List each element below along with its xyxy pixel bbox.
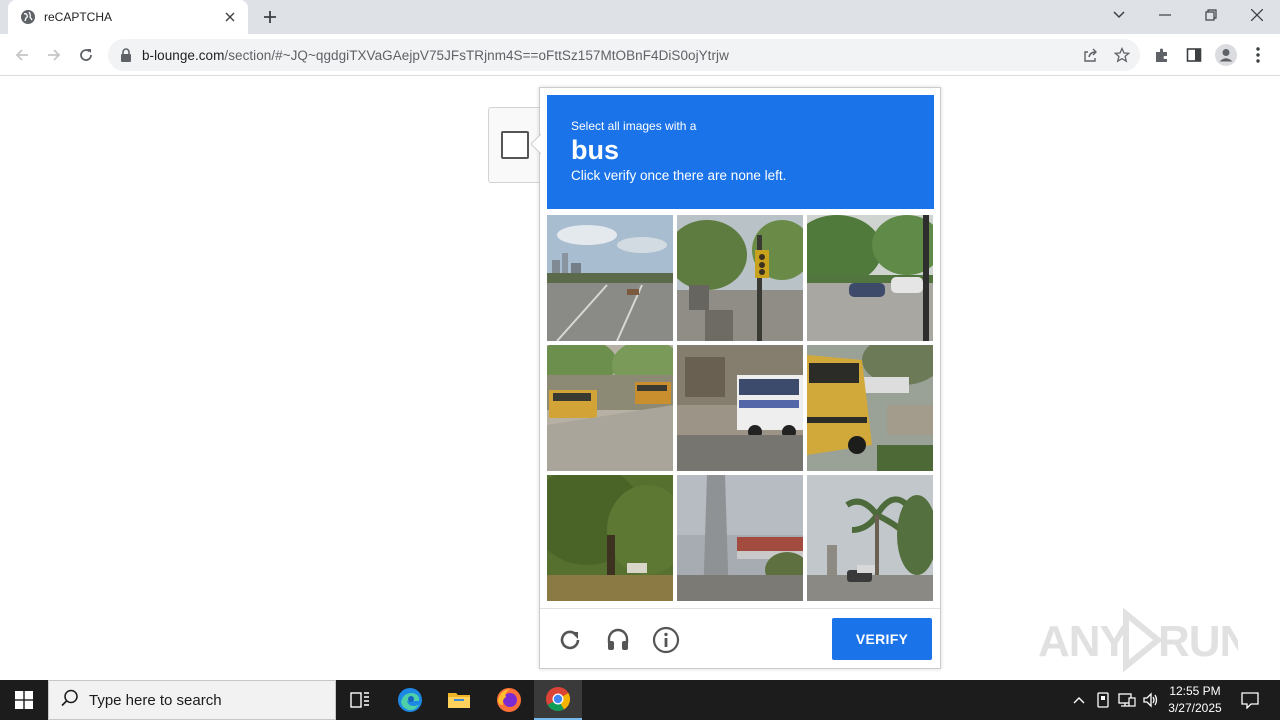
reload-icon[interactable] <box>70 39 102 71</box>
callout-arrow <box>531 134 541 154</box>
menu-kebab-icon[interactable] <box>1244 42 1272 68</box>
verify-button[interactable]: VERIFY <box>832 618 932 660</box>
forward-icon[interactable] <box>38 39 70 71</box>
image-tile-traffic-light-trees[interactable] <box>677 215 803 341</box>
volume-icon[interactable] <box>1140 680 1162 720</box>
recaptcha-challenge-dialog: Select all images with a bus Click verif… <box>531 87 941 669</box>
clock-date: 3/27/2025 <box>1168 701 1222 715</box>
instruction-subtext: Click verify once there are none left. <box>571 168 787 183</box>
tab-strip: reCAPTCHA <box>0 0 1280 34</box>
chrome-taskbar-icon[interactable] <box>534 680 582 720</box>
browser-toolbar: b-lounge.com/section/#~JQ~qgdgiTXVaGAejp… <box>0 34 1280 76</box>
file-explorer-icon[interactable] <box>435 680 483 720</box>
audio-challenge-headphones-icon[interactable] <box>601 623 635 657</box>
anyrun-logo: ANY RUN <box>1038 608 1238 672</box>
globe-icon <box>20 9 36 25</box>
image-tile-trees-park[interactable] <box>547 475 673 601</box>
image-tile-palm-trees-street[interactable] <box>807 475 933 601</box>
profile-avatar-icon[interactable] <box>1212 42 1240 68</box>
system-clock[interactable]: 12:55 PM 3/27/2025 <box>1160 683 1230 717</box>
image-tile-road-highway-scene[interactable] <box>547 215 673 341</box>
help-info-icon[interactable] <box>649 623 683 657</box>
tab-search-chevron-icon[interactable] <box>1096 0 1142 30</box>
notifications-icon[interactable] <box>1232 680 1268 720</box>
im-not-a-robot-checkbox[interactable] <box>501 131 529 159</box>
address-bar[interactable]: b-lounge.com/section/#~JQ~qgdgiTXVaGAejp… <box>108 39 1140 71</box>
windows-taskbar: Type here to search 12:55 PM 3/27/2025 <box>0 680 1280 720</box>
show-hidden-icons-chevron-icon[interactable] <box>1068 680 1090 720</box>
reload-challenge-icon[interactable] <box>553 623 587 657</box>
edge-browser-icon[interactable] <box>386 680 434 720</box>
search-icon <box>61 689 79 712</box>
url-path: /section/#~JQ~qgdgiTXVaGAejpV75JFsTRjnm4… <box>224 47 729 63</box>
back-icon[interactable] <box>6 39 38 71</box>
url-host: b-lounge.com <box>142 47 225 63</box>
windows-start-icon[interactable] <box>0 680 48 720</box>
image-tile-parking-lot-cars[interactable] <box>807 215 933 341</box>
network-icon[interactable] <box>1116 680 1138 720</box>
bookmark-star-icon[interactable] <box>1109 42 1135 68</box>
image-tile-school-buses-street[interactable] <box>547 345 673 471</box>
usb-device-icon[interactable] <box>1092 680 1114 720</box>
image-tile-overpass-bridge[interactable] <box>677 475 803 601</box>
close-window-icon[interactable] <box>1234 0 1280 30</box>
footer-divider <box>540 608 940 609</box>
side-panel-icon[interactable] <box>1180 42 1208 68</box>
image-grid <box>547 215 935 603</box>
share-icon[interactable] <box>1077 42 1103 68</box>
new-tab-icon[interactable] <box>258 6 282 28</box>
image-tile-yellow-school-bus[interactable] <box>807 345 933 471</box>
firefox-icon[interactable] <box>485 680 533 720</box>
target-object-label: bus <box>571 135 620 165</box>
close-tab-icon[interactable] <box>222 9 238 25</box>
tab-title: reCAPTCHA <box>44 10 113 24</box>
extensions-icon[interactable] <box>1148 42 1176 68</box>
image-tile-city-bus[interactable] <box>677 345 803 471</box>
task-view-icon[interactable] <box>336 680 384 720</box>
tab-recaptcha[interactable]: reCAPTCHA <box>8 0 248 34</box>
instruction-banner: Select all images with a bus Click verif… <box>547 95 934 209</box>
restore-icon[interactable] <box>1188 0 1234 30</box>
watermark-run: RUN <box>1158 617 1238 666</box>
search-placeholder: Type here to search <box>89 691 222 709</box>
anyrun-watermark: ANY RUN <box>1038 608 1238 672</box>
instruction-line: Select all images with a <box>571 119 697 133</box>
taskbar-search-box[interactable]: Type here to search <box>48 680 336 720</box>
lock-icon[interactable] <box>120 48 134 62</box>
watermark-any: ANY <box>1038 617 1129 666</box>
url-text: b-lounge.com/section/#~JQ~qgdgiTXVaGAejp… <box>142 48 729 63</box>
clock-time: 12:55 PM <box>1169 684 1221 698</box>
minimize-icon[interactable] <box>1142 0 1188 30</box>
